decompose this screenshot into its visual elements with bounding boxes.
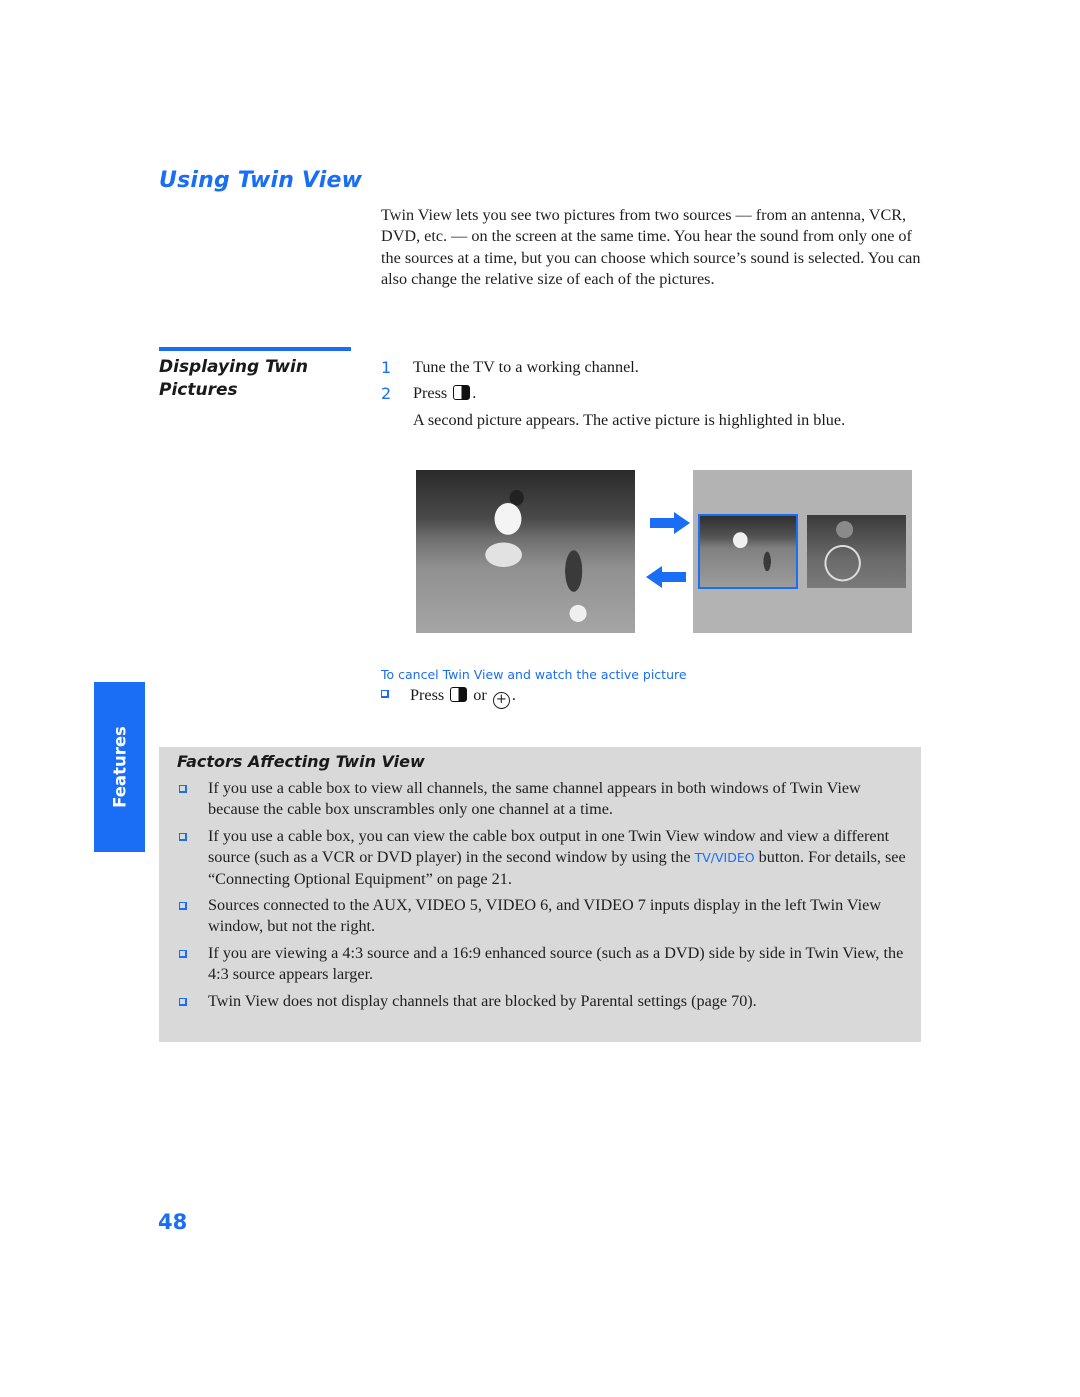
intro-paragraph: Twin View lets you see two pictures from… (381, 206, 921, 289)
bullet-icon (179, 949, 187, 958)
list-item: Twin View does not display channels that… (177, 991, 907, 1012)
twin-view-button-icon (453, 385, 471, 401)
cancel-period: . (511, 686, 516, 704)
step-number: 1 (381, 358, 392, 377)
single-picture-image (416, 470, 635, 633)
bullet-icon (179, 997, 187, 1006)
cancel-instruction: Press or +. (381, 685, 516, 709)
list-item-text: Sources connected to the AUX, VIDEO 5, V… (208, 896, 882, 936)
step-number: 2 (381, 384, 392, 404)
step-2: 2 Press . (381, 383, 911, 404)
step-text-end: . (472, 384, 477, 403)
page-title: Using Twin View (159, 168, 363, 193)
steps-list: 1 Tune the TV to a working channel. 2 Pr… (381, 357, 911, 431)
step-2-note: A second picture appears. The active pic… (413, 410, 846, 429)
section-rule (159, 347, 351, 351)
jump-button-icon: + (492, 692, 510, 709)
twin-view-button-icon (450, 687, 468, 702)
bullet-icon (179, 785, 187, 793)
list-item-text: Twin View does not display channels that… (208, 991, 757, 1010)
side-tab-label: Features (110, 726, 129, 808)
bullet-icon (179, 902, 187, 911)
factors-list: If you use a cable box to view all chann… (177, 778, 907, 1017)
step-text: Tune the TV to a working channel. (413, 358, 639, 376)
cancel-heading: To cancel Twin View and watch the active… (381, 667, 687, 682)
tv-video-button-label: TV/VIDEO (694, 850, 755, 866)
step-1: 1 Tune the TV to a working channel. (381, 357, 911, 378)
list-item-text: If you use a cable box to view all chann… (208, 779, 861, 819)
twin-view-second-picture (807, 515, 906, 588)
cancel-or-text: or (473, 686, 487, 704)
list-item: If you use a cable box to view all chann… (177, 778, 907, 821)
factors-box: Factors Affecting Twin View If you use a… (159, 747, 921, 1042)
factors-heading: Factors Affecting Twin View (177, 752, 425, 771)
page-number: 48 (158, 1210, 188, 1234)
twin-view-active-picture (698, 514, 798, 589)
list-item: If you are viewing a 4:3 source and a 16… (177, 943, 907, 986)
twin-view-screen-image (693, 470, 912, 633)
cancel-press-text: Press (410, 686, 445, 704)
bullet-icon (179, 832, 187, 841)
step-text: Press (413, 384, 448, 403)
section-heading-displaying: Displaying Twin Pictures (159, 357, 308, 400)
bullet-icon (381, 690, 389, 698)
list-item: If you use a cable box, you can view the… (177, 826, 907, 890)
features-side-tab: Features (94, 682, 145, 852)
list-item: Sources connected to the AUX, VIDEO 5, V… (177, 895, 907, 938)
arrow-right-icon (650, 512, 690, 534)
arrow-left-icon (646, 566, 686, 588)
list-item-text: If you are viewing a 4:3 source and a 16… (208, 943, 904, 984)
